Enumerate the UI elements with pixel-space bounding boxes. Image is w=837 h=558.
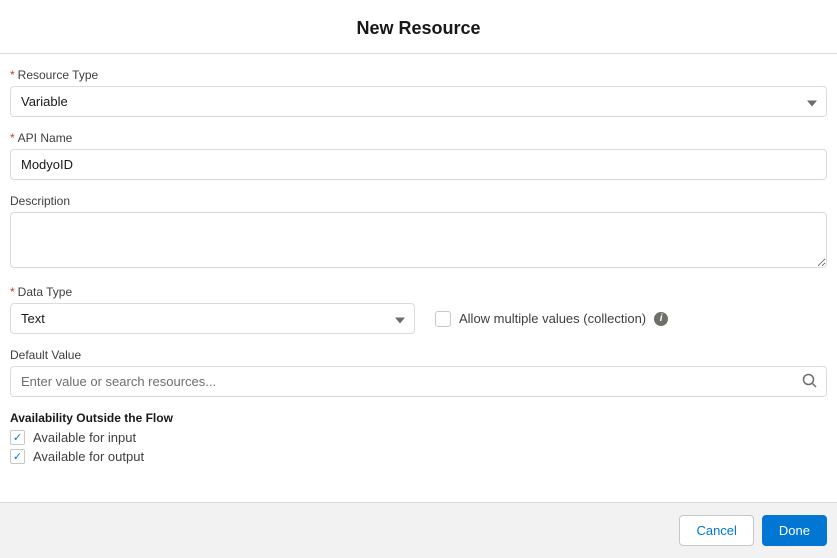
default-value-group: Default Value (10, 348, 827, 397)
description-group: Description (10, 194, 827, 271)
cancel-button[interactable]: Cancel (679, 515, 753, 546)
dialog-title: New Resource (0, 18, 837, 39)
resource-type-label: Resource Type (10, 68, 827, 82)
allow-multiple-checkbox[interactable] (435, 311, 451, 327)
resource-type-select[interactable]: Variable (10, 86, 827, 117)
available-for-output-label: Available for output (33, 449, 144, 464)
dialog-body: Resource Type Variable API Name Descript… (0, 54, 837, 502)
available-for-output-row: ✓ Available for output (10, 449, 827, 464)
available-for-input-checkbox[interactable]: ✓ (10, 430, 25, 445)
data-type-group: Data Type Text Allow multiple values (co… (10, 285, 827, 334)
data-type-label: Data Type (10, 285, 827, 299)
info-icon[interactable]: i (654, 312, 668, 326)
data-type-select-wrap: Text (10, 303, 415, 334)
api-name-input[interactable] (10, 149, 827, 180)
done-button[interactable]: Done (762, 515, 827, 546)
data-type-row: Text Allow multiple values (collection) … (10, 303, 827, 334)
availability-section: Availability Outside the Flow ✓ Availabl… (10, 411, 827, 464)
available-for-output-checkbox[interactable]: ✓ (10, 449, 25, 464)
allow-multiple-row: Allow multiple values (collection) i (435, 311, 668, 327)
search-icon (802, 373, 817, 391)
api-name-label: API Name (10, 131, 827, 145)
default-value-label: Default Value (10, 348, 827, 362)
description-label: Description (10, 194, 827, 208)
dialog-footer: Cancel Done (0, 502, 837, 558)
available-for-input-label: Available for input (33, 430, 136, 445)
resource-type-select-wrap: Variable (10, 86, 827, 117)
available-for-input-row: ✓ Available for input (10, 430, 827, 445)
default-value-input[interactable] (10, 366, 827, 397)
description-textarea[interactable] (10, 212, 827, 268)
default-value-wrap (10, 366, 827, 397)
dialog-header: New Resource (0, 0, 837, 54)
availability-title: Availability Outside the Flow (10, 411, 827, 425)
api-name-group: API Name (10, 131, 827, 180)
data-type-select[interactable]: Text (10, 303, 415, 334)
resource-type-group: Resource Type Variable (10, 68, 827, 117)
allow-multiple-label: Allow multiple values (collection) (459, 311, 646, 326)
